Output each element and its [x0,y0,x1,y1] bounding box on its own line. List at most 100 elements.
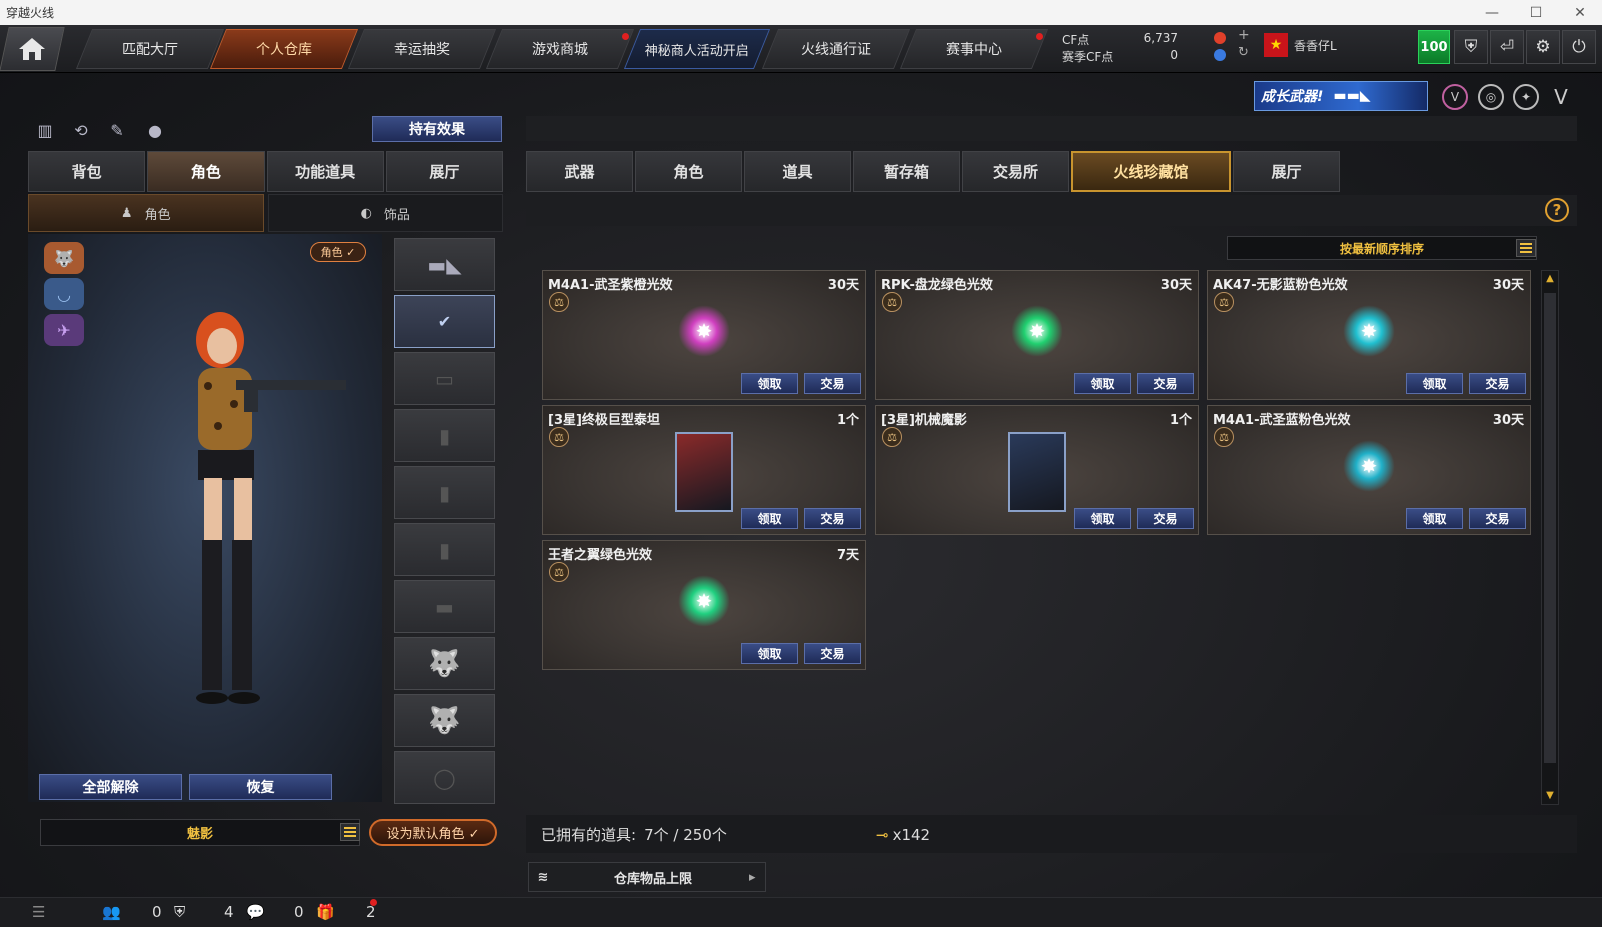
tab-items[interactable]: 道具 [744,151,851,192]
item-card[interactable]: [3星]机械魔影 1个 ⚖ 领取 交易 [875,405,1199,535]
tab-characters[interactable]: 角色 [635,151,742,192]
slot-eyewear[interactable]: ▭ [394,352,495,405]
claim-button[interactable]: 领取 [741,508,798,529]
hold-effect-button[interactable]: 持有效果 [372,116,502,142]
item-card[interactable]: RPK-盘龙绿色光效 30天 ⚖ 领取交易 [875,270,1199,400]
shield-icon[interactable]: ⛨ [1454,30,1488,64]
slot-backpack[interactable]: ▮ [394,466,495,519]
trade-button[interactable]: 交易 [1469,373,1526,394]
mask-emblem-icon[interactable]: ◡ [44,278,84,310]
item-scrollbar[interactable]: ▲ ▼ [1541,270,1559,805]
item-card[interactable]: 王者之翼绿色光效 7天 ⚖ 领取交易 [542,540,866,670]
tab-collection[interactable]: 火线珍藏馆 [1071,151,1231,192]
tab-exchange[interactable]: 交易所 [962,151,1069,192]
tab-function-items[interactable]: 功能道具 [266,151,384,192]
history-icon[interactable]: ⟲ [68,117,94,143]
nav-tab-mystery-merchant[interactable]: 神秘商人活动开启 [623,29,771,69]
maximize-icon[interactable]: ☐ [1514,5,1558,21]
claim-button[interactable]: 领取 [741,373,798,394]
slot-badge[interactable]: ✔ [394,295,495,348]
nav-tab-events[interactable]: 赛事中心 [899,29,1049,69]
claim-button[interactable]: 领取 [1406,373,1463,394]
add-cf-icon[interactable]: + [1238,27,1250,43]
settings-gear-icon[interactable]: ⚙ [1526,30,1560,64]
cf-label: CF点 [1062,33,1090,47]
tab-storage[interactable]: 暂存箱 [853,151,960,192]
nav-tab-battle-pass[interactable]: 火线通行证 [761,29,911,69]
list-icon[interactable]: ☰ [32,903,45,921]
slot-silver-wolf[interactable]: 🐺 [394,694,495,747]
trade-button[interactable]: 交易 [804,508,861,529]
claim-button[interactable]: 领取 [1406,508,1463,529]
slot-vest[interactable]: ▮ [394,409,495,462]
shield-status-icon[interactable]: ⛨ [174,903,185,921]
crest-icon[interactable]: ✦ [1513,84,1539,110]
subtab-character[interactable]: ♟ 角色 [28,194,264,232]
help-icon[interactable]: ? [1545,198,1569,222]
scroll-down-icon[interactable]: ▼ [1542,788,1558,804]
claim-button[interactable]: 领取 [741,643,798,664]
bird-emblem-icon[interactable]: ✈ [44,314,84,346]
trade-button[interactable]: 交易 [1137,508,1194,529]
power-icon[interactable]: ⏻ [1562,30,1596,64]
rank-flag-icon: ★ [1264,33,1288,57]
chat-icon[interactable]: 💬 [246,903,265,921]
v-logo-icon[interactable]: V [1548,84,1574,110]
slot-armor[interactable]: ▮ [394,523,495,576]
stats-icon[interactable]: ▥ [32,117,58,143]
item-card[interactable]: [3星]终极巨型泰坦 1个 ⚖ 领取 交易 [542,405,866,535]
warehouse-tabs: 武器 角色 道具 暂存箱 交易所 火线珍藏馆 展厅 [526,151,1340,192]
grenade-icon[interactable]: ● [142,117,168,143]
tab-showroom[interactable]: 展厅 [385,151,503,192]
slot-gold-wolf[interactable]: 🐺 [394,637,495,690]
refresh-icon[interactable]: ↻ [1238,45,1249,60]
return-icon[interactable]: ⏎ [1490,30,1524,64]
sort-menu-icon[interactable] [1516,239,1536,257]
character-menu-icon[interactable] [340,823,360,841]
user-edit-icon[interactable]: ✎ [104,117,130,143]
trade-button[interactable]: 交易 [804,643,861,664]
nav-tab-lottery[interactable]: 幸运抽奖 [347,29,497,69]
claim-button[interactable]: 领取 [1074,373,1131,394]
release-all-button[interactable]: 全部解除 [39,774,182,800]
trade-button[interactable]: 交易 [1137,373,1194,394]
nav-tab-lobby[interactable]: 匹配大厅 [75,29,225,69]
close-icon[interactable]: ✕ [1558,5,1602,21]
tab-character[interactable]: 角色 [147,151,265,192]
set-default-character-button[interactable]: 设为默认角色 ✓ [369,819,497,846]
gift-icon[interactable]: 🎁 [316,903,335,921]
slot-pants[interactable]: ▬ [394,580,495,633]
item-card[interactable]: M4A1-武圣蓝粉色光效 30天 ⚖ 领取交易 [1207,405,1531,535]
item-card[interactable]: M4A1-武圣紫橙光效 30天 ⚖ 领取交易 [542,270,866,400]
restore-button[interactable]: 恢复 [189,774,332,800]
item-name: M4A1-武圣蓝粉色光效 [1213,413,1351,428]
grow-weapon-banner[interactable]: 成长武器! ▬▬◣ [1254,81,1428,111]
tab-weapons[interactable]: 武器 [526,151,633,192]
event-badge-icon[interactable]: V [1442,84,1468,110]
subtab-accessory[interactable]: ◐ 饰品 [267,194,503,232]
sort-dropdown[interactable]: 按最新顺序排序 [1227,236,1537,260]
minimize-icon[interactable]: — [1470,5,1514,21]
tab-backpack[interactable]: 背包 [28,151,146,192]
trade-button[interactable]: 交易 [1469,508,1526,529]
home-button[interactable] [0,27,65,71]
role-badge[interactable]: 角色 ✓ [310,242,366,262]
nav-tab-warehouse[interactable]: 个人仓库 [209,29,359,69]
nav-tab-shop[interactable]: 游戏商城 [485,29,635,69]
claim-button[interactable]: 领取 [1074,508,1131,529]
warehouse-limit-button[interactable]: ≋ 仓库物品上限 ▸ [528,862,766,892]
slot-ring[interactable]: ◯ [394,751,495,804]
tab-showroom-right[interactable]: 展厅 [1233,151,1340,192]
item-card[interactable]: AK47-无影蓝粉色光效 30天 ⚖ 领取交易 [1207,270,1531,400]
user-info[interactable]: ★ 香香仔L [1264,33,1337,57]
character-name-bar: 魅影 [40,819,360,846]
globe-icon[interactable]: ◎ [1478,84,1504,110]
friends-icon[interactable]: 👥 [102,903,121,921]
scroll-up-icon[interactable]: ▲ [1542,271,1558,287]
notices-count: 2 [366,903,376,921]
glow-effect-icon [678,575,730,627]
trade-button[interactable]: 交易 [804,373,861,394]
scroll-thumb[interactable] [1544,293,1556,763]
slot-rifle[interactable]: ▬◣ [394,238,495,291]
wolf-emblem-icon[interactable]: 🐺 [44,242,84,274]
